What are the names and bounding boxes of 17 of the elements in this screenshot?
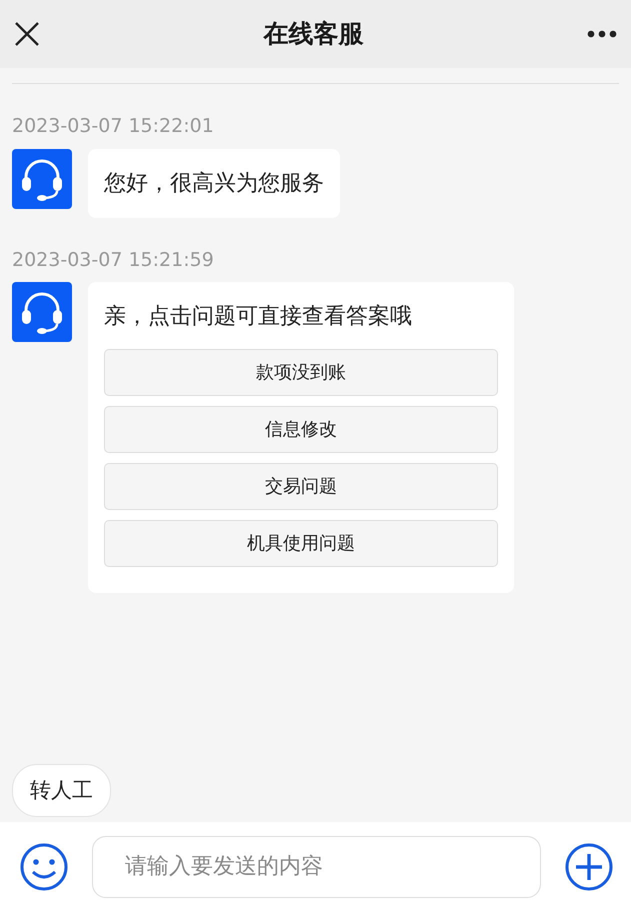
add-icon[interactable] xyxy=(565,842,613,890)
message-text: 亲，点击问题可直接查看答案哦 xyxy=(104,303,413,331)
question-button[interactable]: 款项没到账 xyxy=(104,349,498,396)
message-time: 2023-03-07 15:21:59 xyxy=(12,248,215,272)
message-time: 2023-03-07 15:22:01 xyxy=(12,114,215,139)
message-bubble: 您好，很高兴为您服务 xyxy=(88,148,340,218)
question-button[interactable]: 交易问题 xyxy=(104,463,498,510)
emoji-icon[interactable] xyxy=(20,842,68,890)
agent-avatar-icon xyxy=(12,148,72,208)
page-title: 在线客服 xyxy=(264,18,364,50)
close-icon[interactable] xyxy=(14,21,40,47)
message-input[interactable]: 请输入要发送的内容 xyxy=(92,836,541,898)
question-button[interactable]: 机具使用问题 xyxy=(104,520,498,567)
more-icon[interactable] xyxy=(587,30,617,38)
question-button[interactable]: 信息修改 xyxy=(104,406,498,453)
quick-reply-button[interactable]: 转人工 xyxy=(12,764,111,817)
agent-avatar-icon xyxy=(12,282,72,342)
